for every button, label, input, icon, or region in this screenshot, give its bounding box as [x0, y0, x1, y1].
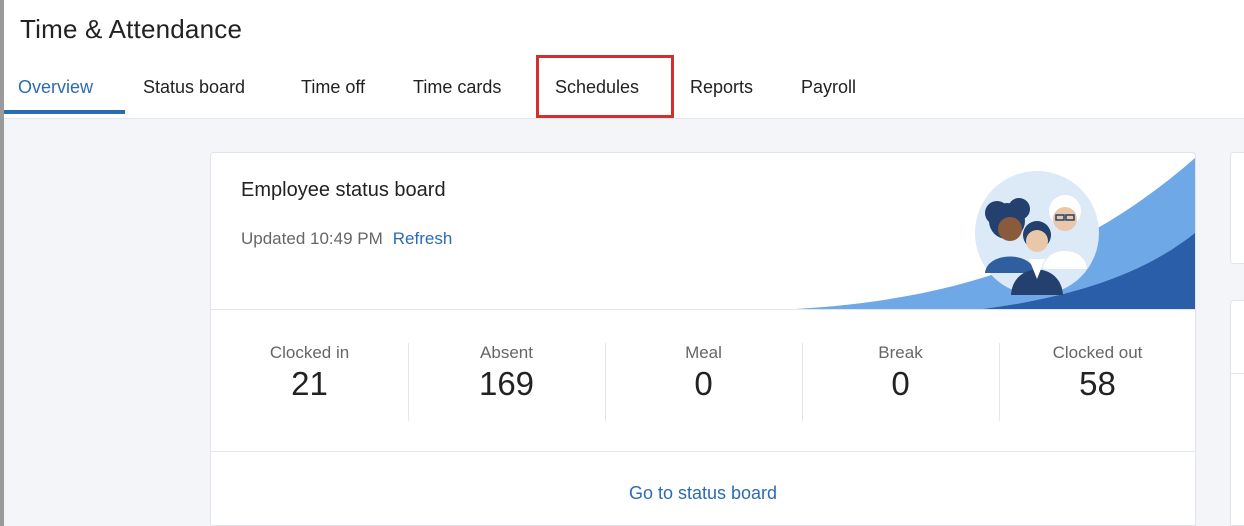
stat-meal: Meal 0: [605, 343, 802, 403]
stat-label: Absent: [480, 343, 533, 362]
active-tab-indicator: [4, 110, 125, 114]
stat-value: 0: [694, 365, 713, 402]
card-title: Employee status board: [241, 179, 446, 201]
side-card-divider: [1231, 373, 1244, 374]
stat-value: 0: [891, 365, 910, 402]
card-divider: [211, 309, 1195, 310]
stat-break: Break 0: [802, 343, 999, 403]
refresh-link[interactable]: Refresh: [393, 229, 453, 248]
employees-group-icon: [775, 158, 1195, 310]
stat-clocked-in: Clocked in 21: [211, 343, 408, 403]
card-footer-divider: [211, 451, 1195, 452]
stat-label: Break: [878, 343, 923, 362]
updated-line: Updated 10:49 PM Refresh: [241, 229, 452, 249]
page-header: Time & Attendance Overview Status board …: [4, 0, 1244, 119]
updated-time: Updated 10:49 PM: [241, 229, 383, 248]
stat-label: Clocked out: [1052, 343, 1143, 362]
page-title: Time & Attendance: [20, 14, 243, 44]
go-to-status-board-link[interactable]: Go to status board: [211, 483, 1195, 504]
tab-reports[interactable]: Reports: [690, 62, 753, 112]
tab-status-board[interactable]: Status board: [143, 62, 245, 112]
side-card-partial: [1230, 300, 1244, 526]
tab-overview[interactable]: Overview: [18, 62, 93, 112]
stat-value: 21: [291, 365, 328, 402]
stat-value: 58: [1079, 365, 1116, 402]
stat-value: 169: [478, 365, 535, 402]
tab-payroll[interactable]: Payroll: [801, 62, 856, 112]
employee-status-card: Employee status board Updated 10:49 PM Re…: [210, 152, 1196, 526]
side-card-partial: [1230, 152, 1244, 264]
tab-time-cards[interactable]: Time cards: [413, 62, 501, 112]
stat-clocked-out: Clocked out 58: [999, 343, 1195, 403]
tab-schedules[interactable]: Schedules: [555, 62, 639, 112]
stat-absent: Absent 169: [408, 343, 605, 403]
stat-label: Clocked in: [269, 343, 350, 362]
stat-label: Meal: [685, 343, 722, 362]
tab-time-off[interactable]: Time off: [301, 62, 365, 112]
